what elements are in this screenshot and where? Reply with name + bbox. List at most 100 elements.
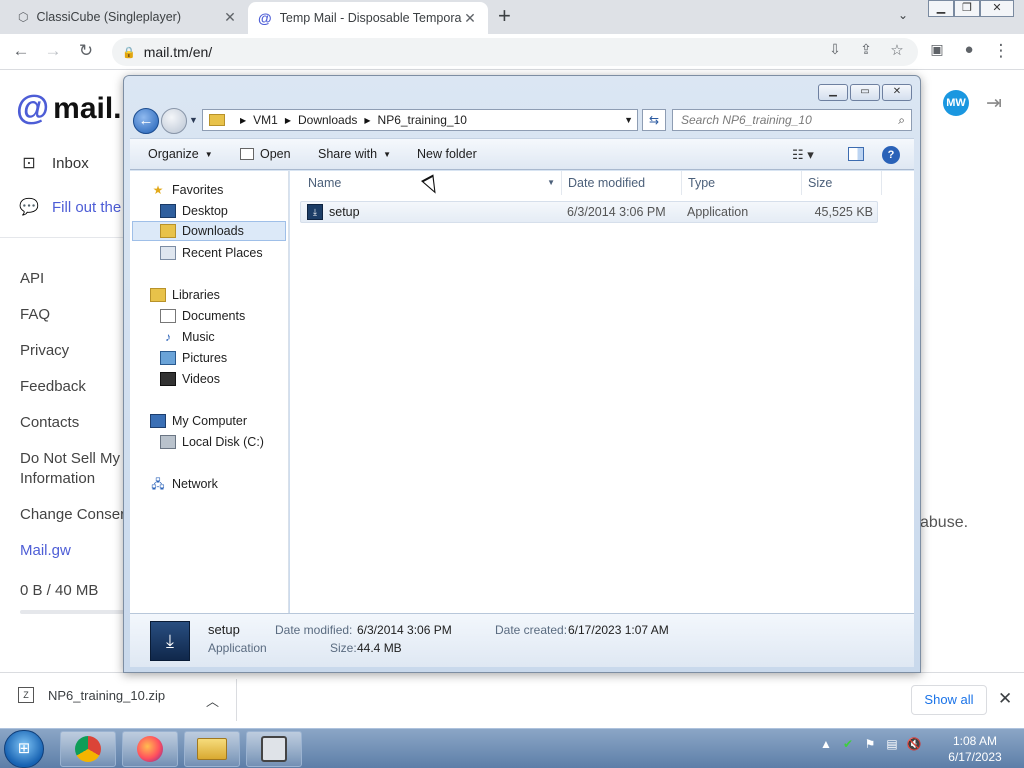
zip-file-icon: Z	[18, 687, 34, 703]
clock-time: 1:08 AM	[952, 734, 998, 748]
security-check-icon[interactable]: ✔	[840, 737, 856, 751]
breadcrumb-downloads[interactable]: Downloads	[298, 113, 357, 127]
forward-button[interactable]	[161, 108, 187, 134]
install-icon[interactable]: ⇩	[824, 41, 846, 58]
link-do-not-sell[interactable]: Do Not Sell My Information	[20, 449, 130, 489]
chevron-up-icon[interactable]: ▲	[818, 737, 834, 751]
link-api[interactable]: API	[20, 269, 44, 289]
close-icon[interactable]: ✕	[222, 9, 238, 26]
chevron-up-icon[interactable]: ︿	[206, 691, 219, 710]
download-item[interactable]: Z NP6_training_10.zip	[18, 687, 165, 703]
avatar[interactable]: MW	[943, 90, 969, 116]
taskbar-classicube[interactable]	[246, 731, 302, 767]
chevron-down-icon[interactable]: ▼	[547, 171, 555, 195]
chevron-right-icon[interactable]: ▶	[285, 116, 291, 125]
side-panel-icon[interactable]: ▣	[926, 41, 948, 58]
menu-kebab-icon[interactable]: ⋮	[990, 41, 1012, 61]
close-icon[interactable]: ✕	[998, 689, 1012, 709]
link-privacy[interactable]: Privacy	[20, 341, 69, 361]
network-icon[interactable]: ▤	[884, 737, 900, 751]
host-minimize-button[interactable]: ▁	[928, 0, 954, 17]
show-all-button[interactable]: Show all	[911, 685, 987, 715]
open-button[interactable]: Open	[240, 147, 291, 161]
back-button[interactable]: ←	[133, 108, 159, 134]
nav-network[interactable]: 🖧 Network	[150, 474, 218, 494]
change-view-icon[interactable]: ☷ ▾	[792, 147, 814, 163]
reload-icon[interactable]: ↻	[75, 41, 97, 61]
host-restore-button[interactable]: ❐	[954, 0, 980, 17]
new-tab-button[interactable]: +	[498, 5, 511, 27]
new-folder-button[interactable]: New folder	[417, 147, 477, 161]
refresh-icon[interactable]: ⇆	[642, 109, 666, 131]
profile-icon[interactable]: ●	[958, 41, 980, 58]
search-icon[interactable]: ⌕	[898, 110, 905, 130]
help-icon[interactable]: ?	[882, 146, 900, 164]
tab-classicube[interactable]: ⬡ ClassiCube (Singleplayer) ✕	[8, 0, 248, 34]
nav-favorites[interactable]: ★ Favorites	[150, 180, 224, 200]
organize-menu[interactable]: Organize ▼	[148, 147, 213, 161]
flag-icon[interactable]: ⚑	[862, 737, 878, 751]
volume-muted-icon[interactable]: 🔇	[906, 737, 922, 751]
nav-inbox[interactable]: ⊡ Inbox	[18, 153, 88, 173]
divider	[0, 237, 124, 238]
minimize-button[interactable]: ▁	[818, 84, 848, 101]
breadcrumb: ▶ VM1 ▶ Downloads ▶ NP6_training_10	[233, 113, 467, 127]
clock[interactable]: 1:08 AM 6/17/2023	[940, 733, 1010, 765]
link-change-consent[interactable]: Change Conser	[20, 505, 125, 525]
address-dropdown-icon[interactable]: ▼	[624, 115, 633, 125]
nav-downloads[interactable]: Downloads	[132, 221, 286, 241]
logout-icon[interactable]: ⇥	[986, 92, 1002, 115]
nav-desktop[interactable]: Desktop	[160, 201, 228, 221]
chevron-down-icon[interactable]: ⌄	[898, 8, 908, 22]
mailtm-logo[interactable]: @ mail.	[16, 89, 122, 128]
forward-arrow-icon[interactable]: →	[42, 41, 64, 61]
nav-local-disk[interactable]: Local Disk (C:)	[160, 432, 264, 452]
share-icon[interactable]: ⇪	[855, 41, 877, 58]
computer-icon	[150, 414, 166, 428]
taskbar-explorer[interactable]	[184, 731, 240, 767]
nav-music[interactable]: ♪ Music	[160, 327, 215, 347]
explorer-address-bar[interactable]: ▶ VM1 ▶ Downloads ▶ NP6_training_10 ▼	[202, 109, 638, 131]
address-bar[interactable]: 🔒 mail.tm/en/	[112, 38, 918, 66]
chevron-right-icon[interactable]: ▶	[364, 116, 370, 125]
link-feedback[interactable]: Feedback	[20, 377, 86, 397]
host-close-button[interactable]: ✕	[980, 0, 1014, 17]
details-date-modified: 6/3/2014 3:06 PM	[357, 623, 452, 637]
nav-recent-places[interactable]: Recent Places	[160, 243, 263, 263]
nav-my-computer[interactable]: My Computer	[150, 411, 247, 431]
table-row[interactable]: ⤓ setup 6/3/2014 3:06 PM Application 45,…	[300, 201, 878, 223]
nav-videos[interactable]: Videos	[160, 369, 220, 389]
link-mail-gw[interactable]: Mail.gw	[20, 541, 71, 561]
taskbar-chrome[interactable]	[60, 731, 116, 767]
column-header-type[interactable]: Type	[682, 171, 802, 195]
maximize-button[interactable]: ▭	[850, 84, 880, 101]
nav-feedback-form[interactable]: 💬 Fill out the	[18, 197, 121, 217]
recent-places-icon	[160, 246, 176, 260]
close-icon[interactable]: ✕	[462, 10, 478, 27]
breadcrumb-vm1[interactable]: VM1	[253, 113, 278, 127]
link-contacts[interactable]: Contacts	[20, 413, 79, 433]
column-header-size[interactable]: Size	[802, 171, 882, 195]
breadcrumb-np6-training[interactable]: NP6_training_10	[378, 113, 467, 127]
share-with-menu[interactable]: Share with ▼	[318, 147, 391, 161]
close-button[interactable]: ✕	[882, 84, 912, 101]
documents-icon	[160, 309, 176, 323]
preview-pane-icon[interactable]	[848, 147, 864, 161]
recent-pages-dropdown[interactable]: ▼	[189, 115, 198, 125]
link-faq[interactable]: FAQ	[20, 305, 50, 325]
nav-libraries[interactable]: Libraries	[150, 285, 220, 305]
start-button[interactable]: ⊞	[4, 730, 44, 768]
chevron-right-icon[interactable]: ▶	[240, 116, 246, 125]
back-arrow-icon[interactable]: ←	[10, 41, 32, 61]
column-header-date-modified[interactable]: Date modified	[562, 171, 682, 195]
storage-bar	[20, 610, 130, 614]
divider	[236, 679, 237, 721]
explorer-search-input[interactable]: Search NP6_training_10 ⌕	[672, 109, 912, 131]
taskbar-firefox[interactable]	[122, 731, 178, 767]
download-bar: Z NP6_training_10.zip ︿ Show all ✕	[0, 672, 1024, 728]
bookmark-star-icon[interactable]: ☆	[886, 41, 908, 59]
nav-pictures[interactable]: Pictures	[160, 348, 227, 368]
tab-temp-mail[interactable]: @ Temp Mail - Disposable Temporary ✕	[248, 2, 488, 34]
chrome-icon	[75, 736, 101, 762]
nav-documents[interactable]: Documents	[160, 306, 245, 326]
